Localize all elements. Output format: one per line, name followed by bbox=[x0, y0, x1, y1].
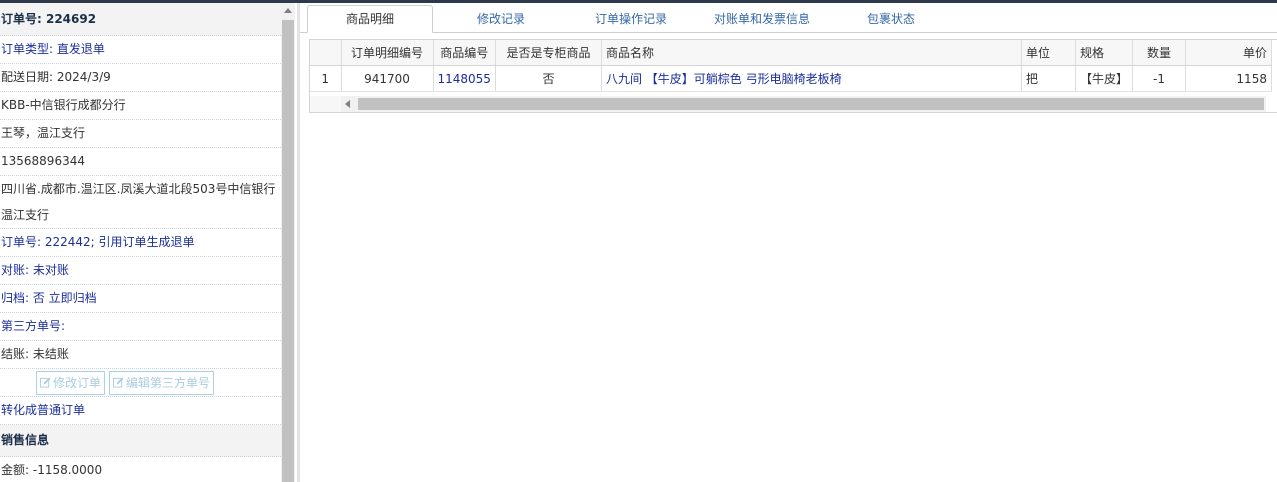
order-number-header: 订单号: 224692 bbox=[0, 3, 281, 36]
scroll-corner bbox=[310, 96, 342, 112]
contact-phone: 13568896344 bbox=[0, 148, 281, 176]
row-number-header bbox=[310, 40, 342, 66]
sales-info-section: 销售信息 bbox=[0, 425, 281, 457]
product-id-cell[interactable]: 1148055 bbox=[433, 65, 496, 92]
settle-status: 结账: 未结账 bbox=[0, 341, 281, 369]
detail-id-cell: 941700 bbox=[341, 65, 434, 92]
contact-person: 王琴，温江支行 bbox=[0, 120, 281, 148]
convert-to-normal-order-link[interactable]: 转化成普通订单 bbox=[0, 397, 281, 425]
third-party-order-number: 第三方单号: bbox=[0, 313, 281, 341]
table-row[interactable]: 1 941700 1148055 否 八九间 【牛皮】可躺棕色 弓形电脑椅老板椅… bbox=[310, 65, 1272, 92]
quantity-cell: -1 bbox=[1132, 65, 1186, 92]
delivery-address: 四川省.成都市.温江区.凤溪大道北段503号中信银行温江支行 bbox=[0, 176, 281, 229]
column-header[interactable]: 是否是专柜商品 bbox=[495, 40, 602, 66]
edit-third-party-label: 编辑第三方单号 bbox=[126, 375, 211, 390]
scrollbar-thumb[interactable] bbox=[282, 20, 294, 482]
edit-third-party-button[interactable]: 编辑第三方单号 bbox=[109, 370, 215, 395]
column-header[interactable]: 订单明细编号 bbox=[341, 40, 434, 66]
action-buttons: 修改订单 编辑第三方单号 bbox=[0, 369, 281, 397]
tab-reconcile-invoice[interactable]: 对账单和发票信息 bbox=[700, 6, 824, 32]
modify-order-label: 修改订单 bbox=[53, 375, 102, 390]
grid-header-row: 订单明细编号 商品编号 是否是专柜商品 商品名称 单位 规格 数量 单价 bbox=[310, 40, 1272, 66]
column-header[interactable]: 单价 bbox=[1185, 40, 1272, 66]
unit-cell: 把 bbox=[1021, 65, 1076, 92]
modify-order-button[interactable]: 修改订单 bbox=[36, 370, 106, 395]
product-detail-grid: 订单明细编号 商品编号 是否是专柜商品 商品名称 单位 规格 数量 单价 1 9… bbox=[309, 39, 1277, 113]
tab-bar: 商品明细 修改记录 订单操作记录 对账单和发票信息 包裹状态 bbox=[300, 3, 1277, 33]
edit-icon bbox=[113, 377, 124, 388]
scroll-up-arrow-icon[interactable] bbox=[284, 8, 292, 13]
unit-price-cell: 1158 bbox=[1185, 65, 1272, 92]
sales-amount: 金额: -1158.0000 bbox=[0, 457, 281, 482]
reconcile-status: 对账: 未对账 bbox=[0, 257, 281, 285]
order-info-panel: 订单号: 224692 订单类型: 直发退单 配送日期: 2024/3/9 KB… bbox=[0, 3, 281, 482]
column-header[interactable]: 单位 bbox=[1021, 40, 1076, 66]
scrollbar-thumb[interactable] bbox=[358, 98, 1264, 110]
archive-status[interactable]: 归档: 否 立即归档 bbox=[0, 285, 281, 313]
counter-product-cell: 否 bbox=[495, 65, 602, 92]
column-header[interactable]: 数量 bbox=[1132, 40, 1186, 66]
detail-panel: 商品明细 修改记录 订单操作记录 对账单和发票信息 包裹状态 订单明细编号 商品… bbox=[300, 3, 1277, 482]
reference-order[interactable]: 订单号: 222442; 引用订单生成退单 bbox=[0, 229, 281, 257]
product-name-cell[interactable]: 八九间 【牛皮】可躺棕色 弓形电脑椅老板椅 bbox=[601, 65, 1022, 92]
column-header[interactable]: 商品编号 bbox=[433, 40, 496, 66]
scroll-left-arrow-icon[interactable] bbox=[345, 100, 350, 108]
customer-name: KBB-中信银行成都分行 bbox=[0, 92, 281, 120]
tab-package-status[interactable]: 包裹状态 bbox=[836, 6, 946, 32]
edit-icon bbox=[40, 377, 51, 388]
tab-modify-log[interactable]: 修改记录 bbox=[446, 6, 556, 32]
tab-product-details[interactable]: 商品明细 bbox=[307, 5, 433, 33]
grid-horizontal-scrollbar[interactable] bbox=[341, 96, 1266, 112]
delivery-date: 配送日期: 2024/3/9 bbox=[0, 64, 281, 92]
tab-order-operation-log[interactable]: 订单操作记录 bbox=[568, 6, 694, 32]
order-type: 订单类型: 直发退单 bbox=[0, 36, 281, 64]
row-number: 1 bbox=[310, 65, 342, 92]
column-header[interactable]: 商品名称 bbox=[601, 40, 1022, 66]
left-panel-scrollbar[interactable] bbox=[281, 3, 295, 482]
spec-cell: 【牛皮】 bbox=[1075, 65, 1133, 92]
column-header[interactable]: 规格 bbox=[1075, 40, 1133, 66]
